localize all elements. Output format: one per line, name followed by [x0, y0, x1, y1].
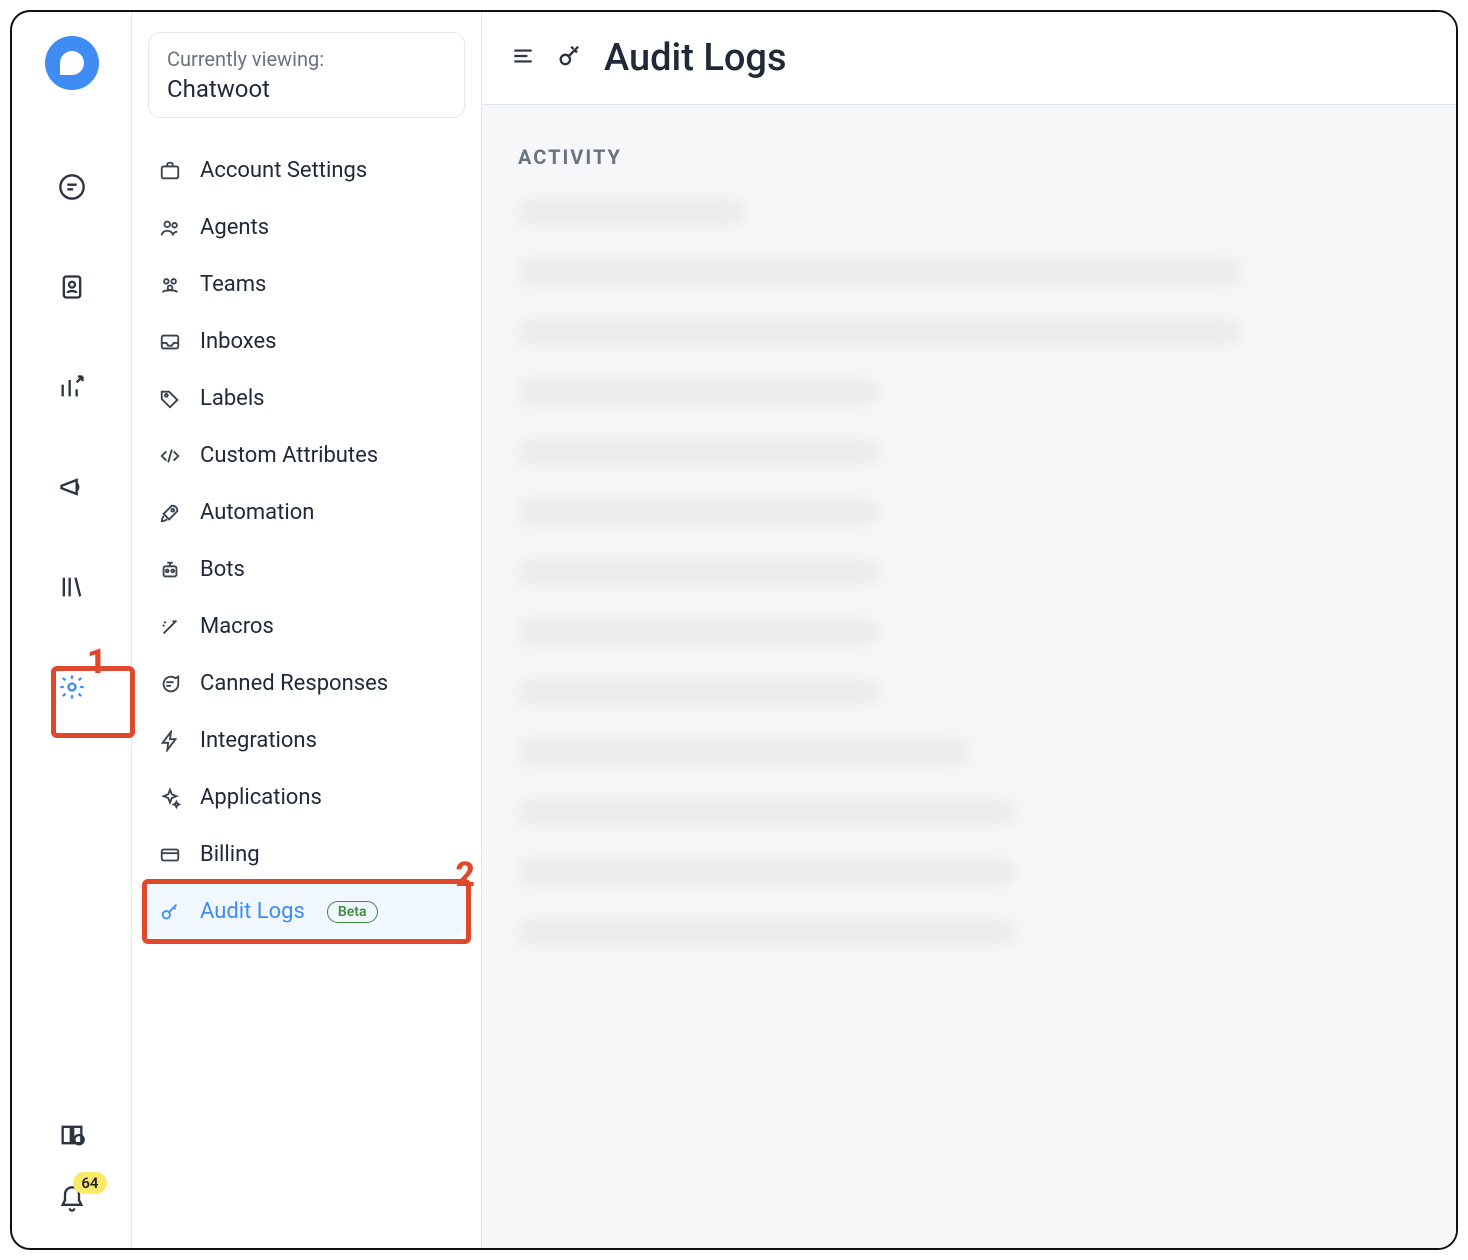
inbox-icon [158, 330, 182, 354]
sidebar-item-bots[interactable]: Bots [148, 543, 465, 596]
primary-nav-rail: 1 64 [12, 12, 132, 1248]
settings-menu: Account Settings Agents Teams Inboxes Labels… [148, 144, 465, 938]
reports-icon[interactable] [55, 370, 89, 404]
activity-row [518, 619, 879, 645]
sidebar-item-label: Applications [200, 785, 322, 810]
activity-row [518, 559, 879, 585]
wand-icon [158, 615, 182, 639]
menu-toggle-icon[interactable] [510, 43, 536, 73]
docs-icon[interactable] [55, 1118, 89, 1152]
activity-row [518, 799, 1014, 825]
people-icon [158, 216, 182, 240]
sidebar-item-billing[interactable]: Billing [148, 828, 465, 881]
sidebar-item-label: Account Settings [200, 158, 367, 183]
campaigns-icon[interactable] [55, 470, 89, 504]
activity-heading: ACTIVITY [518, 145, 1420, 169]
annotation-box-2 [142, 879, 471, 944]
sidebar-item-canned[interactable]: Canned Responses [148, 657, 465, 710]
briefcase-icon [158, 159, 182, 183]
card-icon [158, 843, 182, 867]
sidebar-item-account[interactable]: Account Settings [148, 144, 465, 197]
activity-list [518, 199, 1420, 945]
conversations-icon[interactable] [55, 170, 89, 204]
bolt-icon [158, 729, 182, 753]
activity-row [518, 379, 879, 405]
key-icon [556, 42, 584, 74]
sidebar-item-label: Automation [200, 500, 314, 525]
notification-badge: 64 [73, 1172, 106, 1194]
activity-row [518, 499, 879, 525]
sidebar-item-label: Custom Attributes [200, 443, 378, 468]
code-icon [158, 444, 182, 468]
content-area: ACTIVITY [482, 105, 1456, 985]
library-icon[interactable] [55, 570, 89, 604]
contacts-icon[interactable] [55, 270, 89, 304]
chat-icon [158, 672, 182, 696]
beta-badge: Beta [327, 901, 378, 923]
sidebar-item-custom[interactable]: Custom Attributes [148, 429, 465, 482]
account-switcher-label: Currently viewing: [167, 47, 446, 71]
app-logo[interactable] [45, 36, 99, 90]
sidebar-item-agents[interactable]: Agents [148, 201, 465, 254]
sidebar-item-teams[interactable]: Teams [148, 258, 465, 311]
sidebar-item-label: Teams [200, 272, 266, 297]
activity-row [518, 319, 1240, 345]
sidebar-item-label: Integrations [200, 728, 317, 753]
settings-sidebar: Currently viewing: Chatwoot Account Sett… [132, 12, 482, 1248]
sidebar-item-macros[interactable]: Macros [148, 600, 465, 653]
page-header: Audit Logs [482, 12, 1456, 105]
robot-icon [158, 558, 182, 582]
sidebar-item-applications[interactable]: Applications [148, 771, 465, 824]
rocket-icon [158, 501, 182, 525]
activity-row [518, 259, 1240, 285]
key-icon [158, 900, 182, 924]
page-title: Audit Logs [604, 36, 787, 80]
account-switcher[interactable]: Currently viewing: Chatwoot [148, 32, 465, 118]
sidebar-item-label: Macros [200, 614, 274, 639]
sidebar-item-label: Billing [200, 842, 260, 867]
annotation-number-2: 2 [455, 855, 475, 895]
activity-row [518, 739, 969, 765]
activity-row [518, 679, 879, 705]
group-icon [158, 273, 182, 297]
sparkle-icon [158, 786, 182, 810]
sidebar-item-label: Audit Logs [200, 899, 305, 924]
activity-row [518, 439, 879, 465]
settings-icon[interactable] [55, 670, 89, 704]
activity-row [518, 859, 1014, 885]
sidebar-item-label: Canned Responses [200, 671, 388, 696]
notifications-icon[interactable]: 64 [55, 1182, 89, 1216]
sidebar-item-label: Agents [200, 215, 269, 240]
sidebar-item-label: Bots [200, 557, 245, 582]
annotation-number-1: 1 [87, 642, 107, 682]
account-switcher-value: Chatwoot [167, 75, 446, 103]
sidebar-item-label: Labels [200, 386, 265, 411]
sidebar-item-integrations[interactable]: Integrations [148, 714, 465, 767]
sidebar-item-automation[interactable]: Automation [148, 486, 465, 539]
sidebar-item-inboxes[interactable]: Inboxes [148, 315, 465, 368]
sidebar-item-label: Inboxes [200, 329, 277, 354]
sidebar-item-audit[interactable]: Audit LogsBeta2 [148, 885, 465, 938]
tag-icon [158, 387, 182, 411]
activity-row [518, 199, 744, 225]
main-panel: Audit Logs ACTIVITY [482, 12, 1456, 1248]
app-window: 1 64 Currently viewing: Chatwoot Account… [10, 10, 1458, 1250]
sidebar-item-labels[interactable]: Labels [148, 372, 465, 425]
activity-row [518, 919, 1014, 945]
